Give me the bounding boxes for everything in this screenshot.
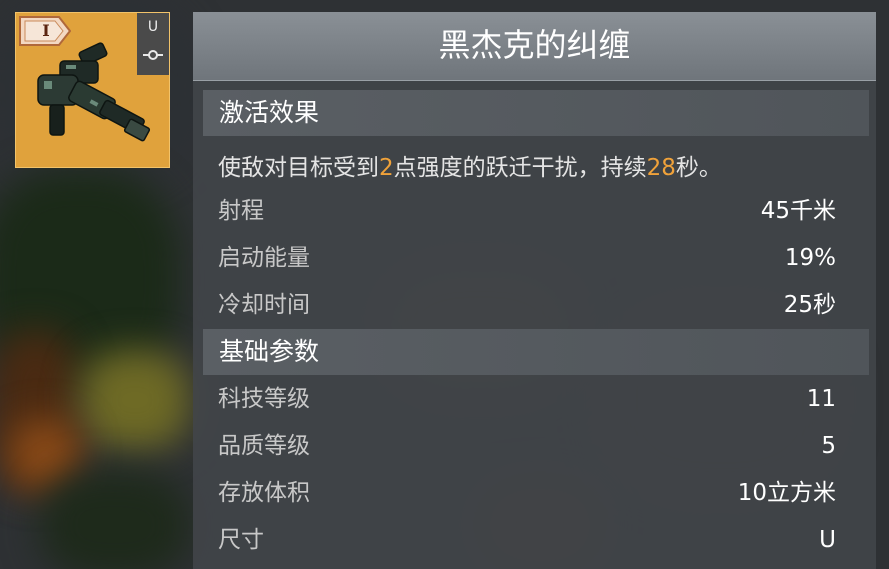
stat-value: 11 [806, 386, 836, 412]
stat-row-range: 射程 45千米 [218, 193, 836, 229]
section-header-label: 激活效果 [219, 98, 320, 127]
socket-icon [143, 50, 163, 60]
stat-value: U [819, 527, 836, 553]
stat-value: 25秒 [783, 292, 836, 318]
title-bar: 黑杰克的纠缠 [193, 12, 876, 81]
stat-row-quality-level: 品质等级 5 [218, 428, 836, 464]
stat-row-volume: 存放体积 10立方米 [218, 475, 836, 511]
stat-row-tech-level: 科技等级 11 [218, 381, 836, 417]
section-header-activation: 激活效果 [203, 90, 869, 136]
stat-value: 10立方米 [737, 480, 836, 506]
item-icon-card[interactable]: I U [15, 12, 170, 168]
item-title: 黑杰克的纠缠 [438, 26, 631, 64]
stat-row-activation-energy: 启动能量 19% [218, 240, 836, 276]
stat-value: 19% [784, 245, 836, 271]
size-tag: U [137, 13, 169, 75]
stat-label: 射程 [218, 198, 264, 224]
stat-row-size: 尺寸 U [218, 522, 836, 558]
strength-value: 2 [379, 155, 394, 181]
stat-label: 科技等级 [218, 386, 310, 412]
item-info-panel: 黑杰克的纠缠 激活效果 使敌对目标受到2点强度的跃迁干扰，持续28秒。 射程 4… [193, 12, 876, 569]
stat-value: 5 [821, 433, 836, 459]
tier-label: I [42, 21, 50, 40]
stat-row-cooldown: 冷却时间 25秒 [218, 287, 836, 323]
stat-label: 启动能量 [218, 245, 310, 271]
duration-value: 28 [646, 155, 676, 181]
stat-label: 冷却时间 [218, 292, 310, 318]
section-header-label: 基础参数 [219, 337, 320, 366]
stat-label: 品质等级 [218, 433, 310, 459]
stat-label: 存放体积 [218, 480, 310, 506]
size-letter: U [147, 19, 159, 35]
section-header-basic: 基础参数 [203, 329, 869, 375]
stat-label: 尺寸 [218, 527, 264, 553]
stat-value: 45千米 [760, 198, 836, 224]
activation-description: 使敌对目标受到2点强度的跃迁干扰，持续28秒。 [218, 155, 722, 181]
tier-badge: I [19, 16, 71, 46]
